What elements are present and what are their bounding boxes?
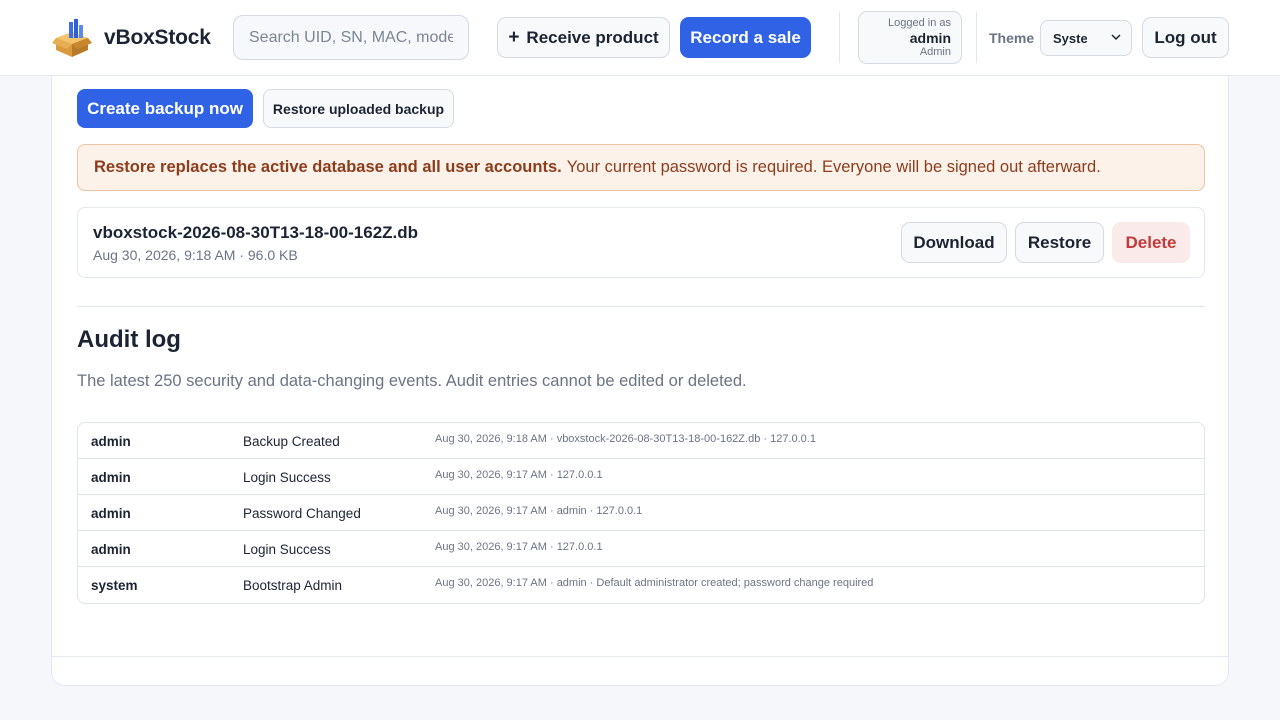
card-footer-divider [52, 656, 1228, 657]
create-backup-button[interactable]: Create backup now [77, 89, 253, 128]
restore-uploaded-backup-button[interactable]: Restore uploaded backup [263, 89, 454, 128]
backup-file-name: vboxstock-2026-08-30T13-18-00-162Z.db [93, 223, 419, 242]
restore-warning-text: Your current password is required. Every… [566, 158, 1101, 176]
theme-select-value: System [1053, 30, 1087, 46]
audit-action: Password Changed [243, 506, 361, 521]
table-row: admin Login Success Aug 30, 2026, 9:17 A… [78, 531, 1204, 567]
brand[interactable]: vBoxStock [52, 18, 211, 58]
audit-details: Aug 30, 2026, 9:17 AM · admin · Default … [435, 577, 874, 589]
backup-meta: Aug 30, 2026, 9:18 AM · 96.0 KB [93, 247, 298, 263]
theme-select[interactable]: System [1040, 20, 1132, 56]
audit-user: admin [91, 542, 131, 557]
backups-card: Create backup now Restore uploaded backu… [51, 76, 1229, 686]
backup-item: vboxstock-2026-08-30T13-18-00-162Z.db Au… [77, 207, 1205, 278]
user-badge: Logged in as admin Admin [858, 11, 962, 64]
restore-warning: Restore replaces the active database and… [77, 144, 1205, 191]
chevron-down-icon [1111, 34, 1121, 41]
box-logo-icon [52, 19, 92, 57]
audit-action: Login Success [243, 470, 331, 485]
logged-in-label: Logged in as [888, 17, 951, 29]
audit-action: Login Success [243, 542, 331, 557]
delete-button[interactable]: Delete [1112, 222, 1190, 263]
table-row: admin Password Changed Aug 30, 2026, 9:1… [78, 495, 1204, 531]
search-input[interactable] [233, 15, 469, 60]
user-name: admin [909, 29, 951, 46]
audit-details: Aug 30, 2026, 9:17 AM · 127.0.0.1 [435, 541, 603, 553]
app-name: vBoxStock [104, 26, 211, 49]
audit-user: admin [91, 470, 131, 485]
audit-log-title: Audit log [77, 326, 181, 353]
theme-label: Theme [989, 30, 1035, 46]
restore-button[interactable]: Restore [1015, 222, 1104, 263]
user-role: Admin [919, 45, 951, 58]
audit-action: Bootstrap Admin [243, 578, 343, 593]
record-sale-button[interactable]: Record a sale [680, 17, 811, 58]
plus-icon: + [508, 26, 520, 48]
logout-button[interactable]: Log out [1142, 17, 1229, 58]
restore-warning-bold: Restore replaces the active database and… [94, 158, 562, 176]
audit-details: Aug 30, 2026, 9:18 AM · vboxstock-2026-0… [435, 433, 816, 445]
header-divider [839, 12, 840, 63]
header-divider [976, 12, 977, 63]
audit-log-description: The latest 250 security and data-changin… [77, 372, 747, 390]
audit-user: admin [91, 506, 131, 521]
audit-details: Aug 30, 2026, 9:17 AM · 127.0.0.1 [435, 469, 603, 481]
audit-user: admin [91, 434, 131, 449]
receive-product-button[interactable]: + Receive product [497, 17, 670, 58]
audit-details: Aug 30, 2026, 9:17 AM · admin · 127.0.0.… [435, 505, 643, 517]
audit-user: system [91, 578, 138, 593]
table-row: admin Login Success Aug 30, 2026, 9:17 A… [78, 459, 1204, 495]
section-divider [77, 306, 1205, 307]
top-bar: vBoxStock + Receive product Record a sal… [0, 0, 1280, 76]
audit-action: Backup Created [243, 434, 340, 449]
table-row: admin Backup Created Aug 30, 2026, 9:18 … [78, 423, 1204, 459]
download-button[interactable]: Download [901, 222, 1007, 263]
table-row: system Bootstrap Admin Aug 30, 2026, 9:1… [78, 567, 1204, 603]
audit-table: admin Backup Created Aug 30, 2026, 9:18 … [77, 422, 1205, 604]
receive-product-label: Receive product [526, 27, 659, 47]
